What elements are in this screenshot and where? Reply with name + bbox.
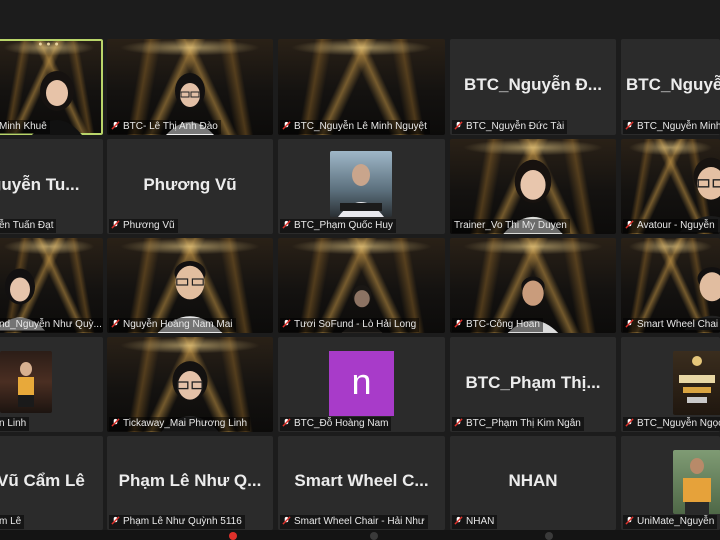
participant-name: BTC- Lê Thị Anh Đào (109, 120, 221, 134)
participant-tile[interactable]: Smart Wheel Chai (621, 238, 720, 333)
participant-tile[interactable]: BTC_Phạm Thị... BTC_Phạm Thị Kim Ngân (450, 337, 616, 432)
profile-photo (0, 351, 52, 413)
participant-name: BTC_Đỗ Hoàng Nam (280, 417, 392, 431)
mic-muted-icon (282, 319, 291, 328)
participant-display-name: guyễn Tu... (0, 174, 80, 194)
participant-display-name: Vũ Cẩm Lê (0, 471, 85, 490)
participant-name: BTC_Nguyễn Minh (623, 120, 720, 134)
participant-name: Phạm Lê Như Quỳnh 5116 (109, 515, 245, 529)
mic-muted-icon (625, 220, 634, 229)
meeting-toolbar (0, 530, 720, 540)
profile-photo (673, 450, 720, 514)
profile-photo (330, 151, 392, 217)
mic-muted-icon (282, 220, 291, 229)
participant-name: Smart Wheel Chai (623, 318, 720, 332)
participant-name: Tickaway_Mai Phương Linh (109, 417, 251, 431)
participant-grid: ● ● ● Minh Khuê BTC- Lê Thị Anh Đào BTC_… (0, 0, 720, 540)
participant-name: BTC-Công Hoan (452, 318, 543, 332)
participant-tile[interactable]: n BTC_Đỗ Hoàng Nam (278, 337, 445, 432)
participant-tile[interactable]: BTC_Nguyễn Đ... BTC_Nguyễn Đức Tài (450, 39, 616, 135)
participant-tile[interactable]: ● ● ● Minh Khuê (0, 39, 103, 135)
mic-muted-icon (625, 121, 634, 130)
avatar: n (329, 351, 394, 416)
mic-muted-icon (454, 121, 463, 130)
participant-tile[interactable]: Nguyễn Hoàng Nam Mai (107, 238, 273, 333)
participant-tile[interactable]: Vũ Cẩm Lê m Lê (0, 436, 103, 530)
mic-muted-icon (111, 220, 120, 229)
mic-muted-icon (625, 418, 634, 427)
participant-tile[interactable]: BTC_Phạm Quốc Huy (278, 139, 445, 234)
event-logo-icon: ● ● ● (38, 41, 60, 48)
mic-muted-icon (454, 516, 463, 525)
participant-tile[interactable]: nd_Nguyễn Như Quỳ... (0, 238, 103, 333)
participant-tile[interactable]: BTC- Lê Thị Anh Đào (107, 39, 273, 135)
participant-name: BTC_Phạm Thị Kim Ngân (452, 417, 584, 431)
mic-muted-icon (625, 319, 634, 328)
participant-tile[interactable]: BTC_Nguyễ BTC_Nguyễn Minh (621, 39, 720, 135)
mic-muted-icon (625, 516, 634, 525)
mic-muted-icon (111, 516, 120, 525)
participant-tile[interactable]: BTC_Nguyễn Ngọc (621, 337, 720, 432)
participant-tile[interactable]: Avatour - Nguyễn (621, 139, 720, 234)
participant-display-name: BTC_Nguyễ (626, 75, 720, 94)
mic-muted-icon (111, 121, 120, 130)
participant-tile[interactable]: Phạm Lê Như Q... Phạm Lê Như Quỳnh 5116 (107, 436, 273, 530)
participant-name: Avatour - Nguyễn (623, 219, 718, 233)
mic-muted-icon (454, 319, 463, 328)
participant-tile[interactable]: UniMate_Nguyễn (621, 436, 720, 530)
participant-name: ễn Tuấn Đạt (0, 219, 57, 233)
participant-name: BTC_Nguyễn Lê Minh Nguyệt (280, 120, 430, 134)
participant-display-name: BTC_Nguyễn Đ... (464, 75, 602, 94)
participant-name: m Lê (0, 515, 25, 529)
participant-display-name: Phạm Lê Như Q... (118, 471, 262, 490)
participant-name: UniMate_Nguyễn (623, 515, 718, 529)
toolbar-button[interactable] (370, 532, 378, 540)
participant-tile[interactable]: n Linh (0, 337, 103, 432)
participant-display-name: BTC_Phạm Thị... (465, 372, 601, 392)
participant-tile[interactable]: Tươi SoFund - Lò Hải Long (278, 238, 445, 333)
mic-muted-icon (111, 418, 120, 427)
participant-name: BTC_Nguyễn Đức Tài (452, 120, 568, 134)
participant-name: Tươi SoFund - Lò Hải Long (280, 318, 420, 332)
mic-muted-icon (454, 418, 463, 427)
participant-tile[interactable]: BTC_Nguyễn Lê Minh Nguyệt (278, 39, 445, 135)
mic-muted-icon (282, 121, 291, 130)
mic-muted-icon (111, 319, 120, 328)
participant-name: BTC_Phạm Quốc Huy (280, 219, 396, 233)
participant-name: Smart Wheel Chair - Hải Như (280, 515, 428, 529)
participant-tile[interactable]: Smart Wheel C... Smart Wheel Chair - Hải… (278, 436, 445, 530)
recording-indicator-icon (229, 532, 237, 540)
participant-display-name: Phương Vũ (143, 174, 237, 194)
participant-tile[interactable]: Trainer_Vo Thi My Duyen (450, 139, 616, 234)
participant-display-name: Smart Wheel C... (294, 471, 429, 490)
participant-name: Phương Vũ (109, 219, 178, 233)
participant-display-name: NHAN (508, 471, 558, 490)
participant-name: Nguyễn Hoàng Nam Mai (109, 318, 236, 332)
participant-tile[interactable]: Tickaway_Mai Phương Linh (107, 337, 273, 432)
profile-photo (673, 351, 720, 415)
participant-name: Minh Khuê (0, 120, 50, 134)
participant-name: Trainer_Vo Thi My Duyen (452, 219, 570, 233)
participant-name: nd_Nguyễn Như Quỳ... (0, 318, 103, 332)
participant-name: n Linh (0, 417, 30, 431)
participant-tile[interactable]: BTC-Công Hoan (450, 238, 616, 333)
participant-tile[interactable]: Phương Vũ Phương Vũ (107, 139, 273, 234)
toolbar-button[interactable] (545, 532, 553, 540)
participant-tile[interactable]: guyễn Tu... ễn Tuấn Đạt (0, 139, 103, 234)
mic-muted-icon (282, 418, 291, 427)
participant-name: BTC_Nguyễn Ngọc (623, 417, 720, 431)
participant-name: NHAN (452, 515, 498, 529)
mic-muted-icon (282, 516, 291, 525)
participant-tile[interactable]: NHAN NHAN (450, 436, 616, 530)
